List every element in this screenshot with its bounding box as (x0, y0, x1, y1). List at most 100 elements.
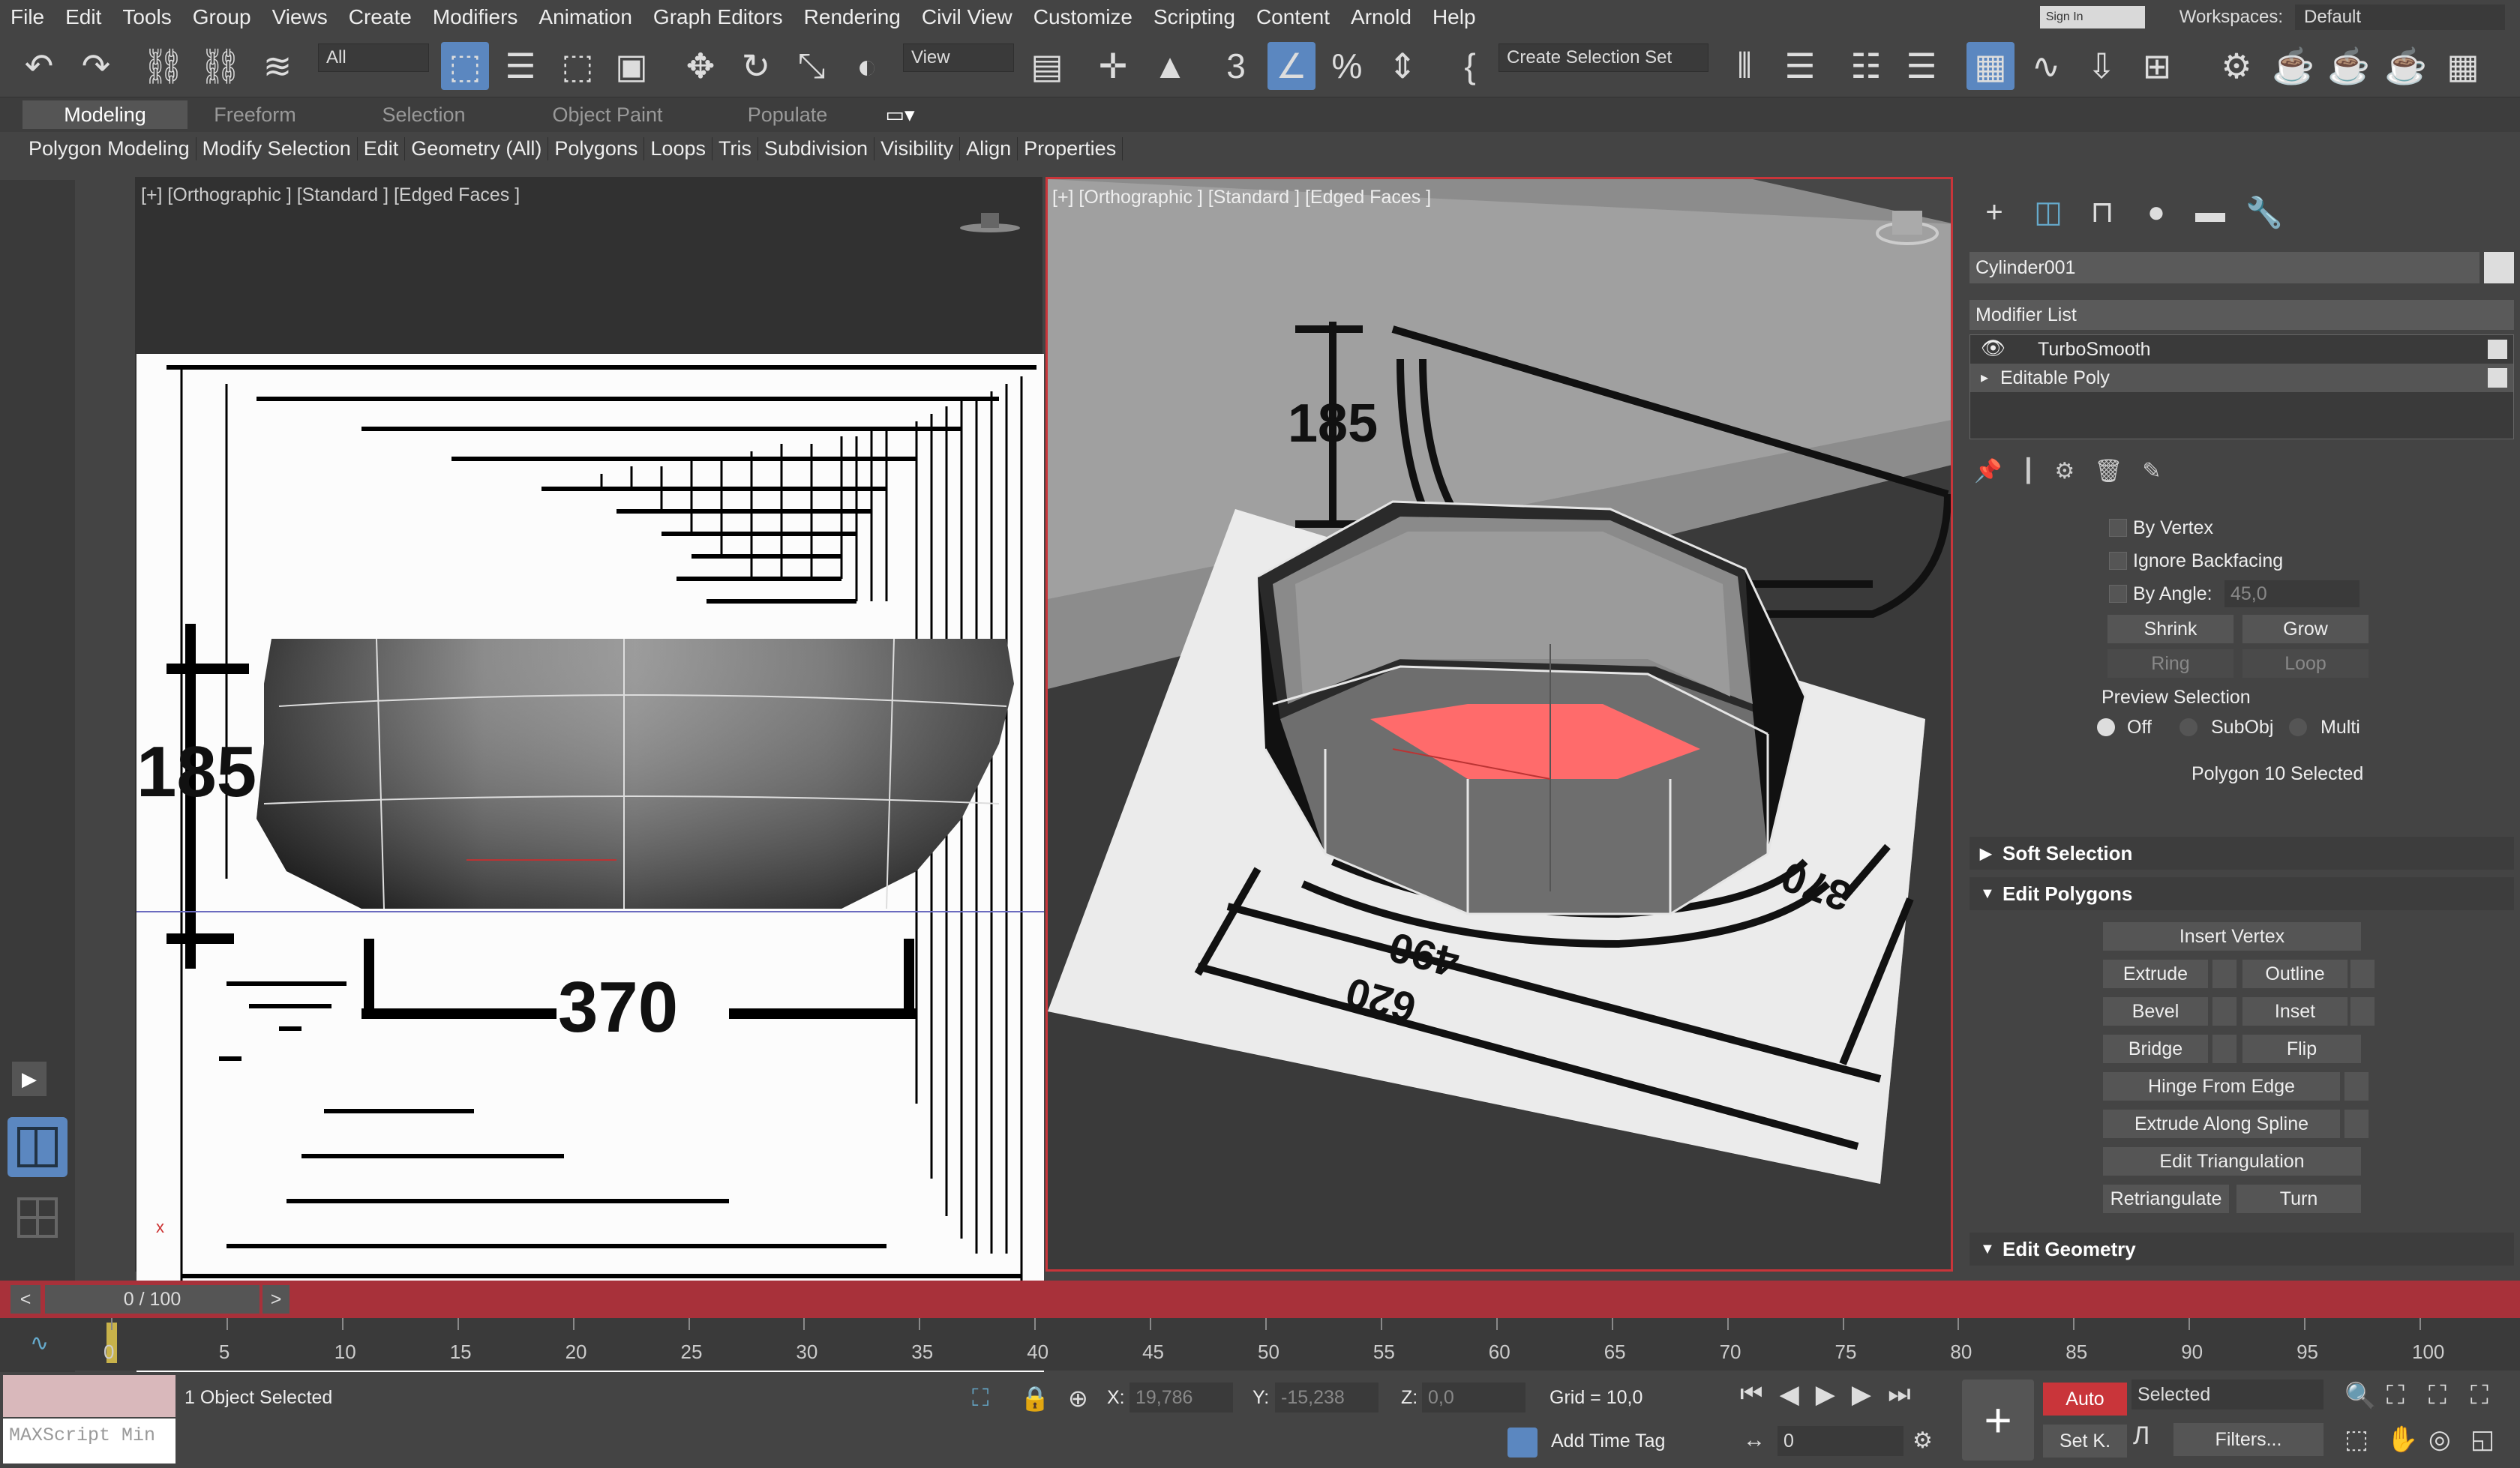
undo-icon[interactable]: ↶ (15, 42, 63, 90)
layout-two-viewports-icon[interactable] (8, 1117, 68, 1177)
schematic-view-icon[interactable]: ⇩ (2078, 42, 2126, 90)
render-activeshade-icon[interactable]: ☕ (2382, 42, 2430, 90)
unlink-icon[interactable]: ⛓ (196, 42, 244, 90)
rendered-frame-icon[interactable]: ☕ (2270, 42, 2318, 90)
sign-in-dropdown[interactable]: Sign In (2039, 6, 2145, 28)
redo-icon[interactable]: ↷ (72, 42, 120, 90)
time-config-icon[interactable]: ⚙ (1912, 1428, 1933, 1454)
menu-file[interactable]: File (0, 5, 55, 29)
outline-button[interactable]: Outline (2242, 960, 2348, 988)
menu-edit[interactable]: Edit (55, 5, 112, 29)
select-object-icon[interactable]: ⬚ (441, 42, 489, 90)
next-frame-button[interactable]: > (262, 1285, 290, 1314)
edit-triangulation-button[interactable]: Edit Triangulation (2103, 1147, 2361, 1176)
pivot-center-icon[interactable]: ▤ (1023, 42, 1071, 90)
menu-views[interactable]: Views (262, 5, 338, 29)
select-manipulate-icon[interactable]: ✛ (1089, 42, 1137, 90)
render-iterative-icon[interactable]: ▦ (2439, 42, 2487, 90)
toggle-ribbon-icon[interactable]: ☰ (1898, 42, 1946, 90)
filters-button[interactable]: Filters... (2174, 1423, 2324, 1456)
bridge-settings-button[interactable] (2212, 1035, 2236, 1063)
menu-animation[interactable]: Animation (528, 5, 643, 29)
viewport-right-label[interactable]: [+] [Orthographic ] [Standard ] [Edged F… (1052, 187, 1431, 208)
workspace-dropdown[interactable]: Default (2295, 4, 2505, 30)
curve-editor-mini-icon[interactable]: ∿ (30, 1330, 49, 1356)
placement-icon[interactable]: ◐ (843, 42, 891, 90)
selection-lock-icon[interactable]: 🔒 (1020, 1384, 1050, 1413)
move-icon[interactable]: ✥ (676, 42, 724, 90)
expand-triangle-icon[interactable]: ▸ (1981, 368, 1988, 387)
zoom-icon[interactable]: 🔍 (2344, 1381, 2386, 1411)
named-selection-dropdown[interactable]: Create Selection Set (1498, 43, 1708, 72)
zoom-extents-all-icon[interactable]: ⛶ (2470, 1381, 2512, 1411)
utilities-tab-icon[interactable]: 🔧 (2244, 192, 2284, 232)
y-coordinate-field[interactable]: -15,238 (1275, 1383, 1378, 1413)
edit-named-sets-icon[interactable]: { (1446, 42, 1494, 90)
modifier-list-dropdown[interactable]: Modifier List (1970, 300, 2514, 330)
keyboard-shortcut-icon[interactable]: ▲ (1146, 42, 1194, 90)
viewport-left[interactable]: [+] [Orthographic ] [Standard ] [Edged F… (135, 177, 1044, 1431)
layer-explorer-icon[interactable]: ☷ (1842, 42, 1890, 90)
viewcube-left-icon[interactable] (960, 207, 1020, 237)
frame-counter[interactable]: 0 / 100 (45, 1285, 260, 1314)
by-angle-checkbox[interactable] (2109, 585, 2127, 603)
set-key-icon[interactable]: + (1962, 1380, 2034, 1461)
bowl-perspective[interactable] (1257, 500, 1807, 915)
stack-toggle-checkbox[interactable] (2488, 368, 2507, 388)
orbit-icon[interactable]: ◎ (2428, 1425, 2470, 1455)
bridge-button[interactable]: Bridge (2103, 1035, 2208, 1063)
tab-freeform[interactable]: Freeform (195, 100, 315, 129)
maximize-viewport-icon[interactable]: ◱ (2470, 1425, 2512, 1455)
menu-rendering[interactable]: Rendering (794, 5, 911, 29)
insert-vertex-button[interactable]: Insert Vertex (2103, 922, 2361, 951)
play-icon[interactable]: ▶ (1816, 1380, 1835, 1410)
extrude-along-spline-button[interactable]: Extrude Along Spline (2103, 1110, 2340, 1138)
motion-tab-icon[interactable]: ● (2136, 192, 2176, 232)
object-name-field[interactable]: Cylinder001 (1970, 252, 2480, 283)
hinge-settings-button[interactable] (2344, 1072, 2368, 1101)
scene-explorer-icon[interactable]: ▦ (1966, 42, 2014, 90)
maxscript-listener-box[interactable] (3, 1375, 176, 1417)
ring-button[interactable]: Ring (2108, 649, 2234, 678)
hierarchy-tab-icon[interactable]: ⊓ (2082, 192, 2122, 232)
viewport-perspective[interactable]: 185 370 490 620 [+] [Orthographic] [Sta… (1046, 177, 1953, 1272)
auto-key-button[interactable]: Auto (2043, 1383, 2127, 1416)
extrude-button[interactable]: Extrude (2103, 960, 2208, 988)
zoom-all-icon[interactable]: ⛶ (2386, 1381, 2428, 1411)
object-color-swatch[interactable] (2484, 252, 2514, 283)
next-key-icon[interactable]: ▶ (1852, 1380, 1871, 1410)
zoom-extents-icon[interactable]: ⛶ (2428, 1381, 2470, 1411)
flip-button[interactable]: Flip (2242, 1035, 2361, 1063)
create-tab-icon[interactable]: + (1974, 192, 2014, 232)
stack-item-editable-poly[interactable]: ▸ Editable Poly (1970, 364, 2513, 392)
track-bar[interactable]: ∿ 0 5 10 15 20 25 30 35 40 45 50 55 60 65 70 75 80 85 90 95… (0, 1318, 2520, 1371)
pan-icon[interactable]: ✋ (2386, 1425, 2428, 1455)
link-icon[interactable]: ⛓ (140, 42, 188, 90)
absolute-mode-icon[interactable]: ⊕ (1068, 1384, 1088, 1413)
panel-subdivision[interactable]: Subdivision (758, 136, 875, 160)
menu-arnold[interactable]: Arnold (1340, 5, 1422, 29)
menu-content[interactable]: Content (1246, 5, 1340, 29)
ignore-backfacing-checkbox[interactable] (2109, 552, 2127, 570)
pin-stack-icon[interactable]: 📌 (1974, 458, 2002, 484)
edit-geometry-rollout[interactable]: ▼ Edit Geometry (1970, 1233, 2514, 1266)
modify-tab-icon[interactable]: ◫ (2028, 192, 2068, 232)
menu-tools[interactable]: Tools (112, 5, 182, 29)
panel-edit[interactable]: Edit (358, 136, 406, 160)
menu-graph-editors[interactable]: Graph Editors (643, 5, 794, 29)
goto-end-icon[interactable]: ⏭ (1888, 1380, 1911, 1410)
soft-selection-rollout[interactable]: ▶ Soft Selection (1970, 837, 2514, 870)
display-tab-icon[interactable]: ▬ (2190, 192, 2230, 232)
inset-settings-button[interactable] (2350, 997, 2374, 1026)
isolate-selection-icon[interactable]: ⛶ (972, 1384, 988, 1413)
rect-selection-icon[interactable]: ⬚ (554, 42, 602, 90)
set-key-button[interactable]: Set K. (2043, 1425, 2127, 1458)
percent-snap-icon[interactable]: % (1323, 42, 1371, 90)
remove-modifier-icon[interactable]: 🗑 (2094, 458, 2122, 484)
panel-visibility[interactable]: Visibility (874, 136, 961, 160)
retriangulate-button[interactable]: Retriangulate (2103, 1185, 2229, 1213)
selection-filter-dropdown[interactable]: All (318, 43, 429, 72)
curve-editor-icon[interactable]: ∿ (2022, 42, 2070, 90)
maxscript-mini-listener[interactable]: MAXScript Min (3, 1419, 176, 1464)
expand-arrow-icon[interactable]: ▶ (12, 1062, 46, 1096)
